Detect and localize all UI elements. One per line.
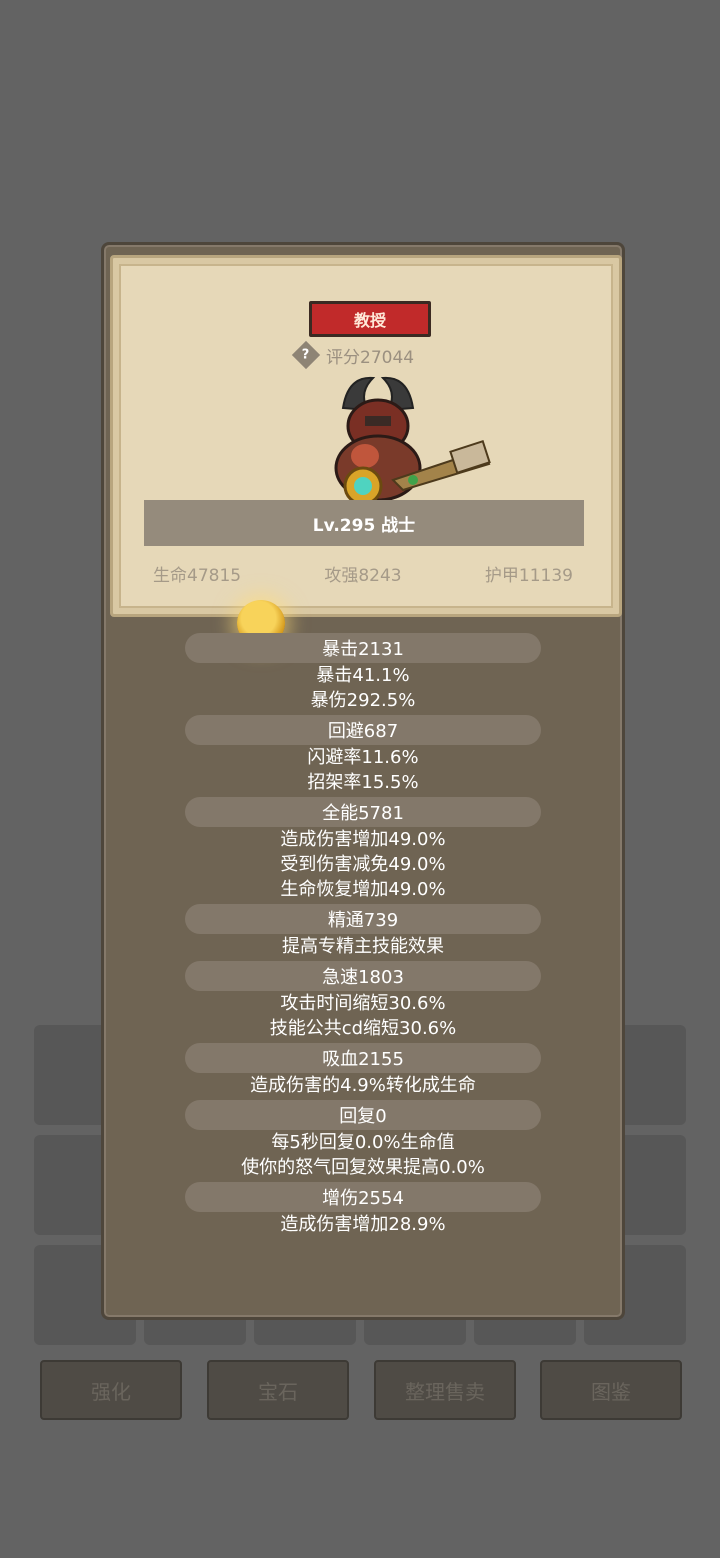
stat-detail: 受到伤害减免49.0% <box>280 854 446 875</box>
stat-header: 全能5781 <box>185 797 541 827</box>
stat-detail: 暴伤292.5% <box>310 690 416 711</box>
stat-detail: 每5秒回复0.0%生命值 <box>271 1132 455 1153</box>
stat-detail: 攻击时间缩短30.6% <box>280 993 446 1014</box>
score-text: 评分27044 <box>326 347 415 368</box>
level-class-label: Lv.295 战士 <box>312 515 416 536</box>
help-icon[interactable]: ? <box>291 340 321 370</box>
stat-detail: 使你的怒气回复效果提高0.0% <box>241 1157 485 1178</box>
stat-detail: 提高专精主技能效果 <box>282 936 444 957</box>
stat-detail: 技能公共cd缩短30.6% <box>269 1018 457 1039</box>
gem-button[interactable]: 宝石 <box>207 1360 349 1420</box>
level-class-bar: Lv.295 战士 <box>144 500 584 546</box>
stat-header: 吸血2155 <box>185 1043 541 1073</box>
sort-sell-button[interactable]: 整理售卖 <box>374 1360 516 1420</box>
stat-block-damage-boost: 增伤2554 造成伤害增加28.9% <box>104 1180 622 1237</box>
stat-block-haste: 急速1803 攻击时间缩短30.6% 技能公共cd缩短30.6% <box>104 959 622 1041</box>
rank-label: 教授 <box>353 311 386 330</box>
bottom-action-bar: 强化 宝石 整理售卖 图鉴 <box>40 1360 682 1420</box>
stat-block-versatility: 全能5781 造成伤害增加49.0% 受到伤害减免49.0% 生命恢复增加49.… <box>104 795 622 902</box>
base-stats-row: 生命47815 攻强8243 护甲11139 <box>153 558 573 588</box>
stats-list: 暴击2131 暴击41.1% 暴伤292.5% 回避687 闪避率11.6% 招… <box>104 631 622 1237</box>
codex-button[interactable]: 图鉴 <box>540 1360 682 1420</box>
stat-block-crit: 暴击2131 暴击41.1% 暴伤292.5% <box>104 631 622 713</box>
hp-stat: 生命47815 <box>153 565 242 586</box>
stat-header: 回避687 <box>185 715 541 745</box>
stat-detail: 造成伤害增加49.0% <box>280 829 446 850</box>
stat-detail: 暴击41.1% <box>316 665 410 686</box>
stat-header: 急速1803 <box>185 961 541 991</box>
enhance-button[interactable]: 强化 <box>40 1360 182 1420</box>
stat-block-regen: 回复0 每5秒回复0.0%生命值 使你的怒气回复效果提高0.0% <box>104 1098 622 1180</box>
stat-detail: 闪避率11.6% <box>307 747 419 768</box>
stat-header: 回复0 <box>185 1100 541 1130</box>
rank-badge: 教授 <box>309 301 431 337</box>
stat-block-dodge: 回避687 闪避率11.6% 招架率15.5% <box>104 713 622 795</box>
stat-detail: 生命恢复增加49.0% <box>280 879 446 900</box>
stat-detail: 造成伤害增加28.9% <box>280 1214 446 1235</box>
hero-sprite <box>334 376 491 506</box>
stat-detail: 招架率15.5% <box>307 772 419 793</box>
stat-header: 暴击2131 <box>185 633 541 663</box>
score-row: ? 评分27044 <box>291 340 415 370</box>
stat-block-lifesteal: 吸血2155 造成伤害的4.9%转化成生命 <box>104 1041 622 1098</box>
armor-stat: 护甲11139 <box>484 565 573 586</box>
stat-block-mastery: 精通739 提高专精主技能效果 <box>104 902 622 959</box>
attack-stat: 攻强8243 <box>324 565 402 586</box>
hero-card: 教授 ? 评分27044 Lv.295 战士 生命47815 攻强8243 护甲… <box>110 255 622 617</box>
hero-stats-modal: 教授 ? 评分27044 Lv.295 战士 生命47815 攻强8243 护甲… <box>101 242 625 1320</box>
stat-header: 精通739 <box>185 904 541 934</box>
stat-header: 增伤2554 <box>185 1182 541 1212</box>
stat-detail: 造成伤害的4.9%转化成生命 <box>250 1075 476 1096</box>
